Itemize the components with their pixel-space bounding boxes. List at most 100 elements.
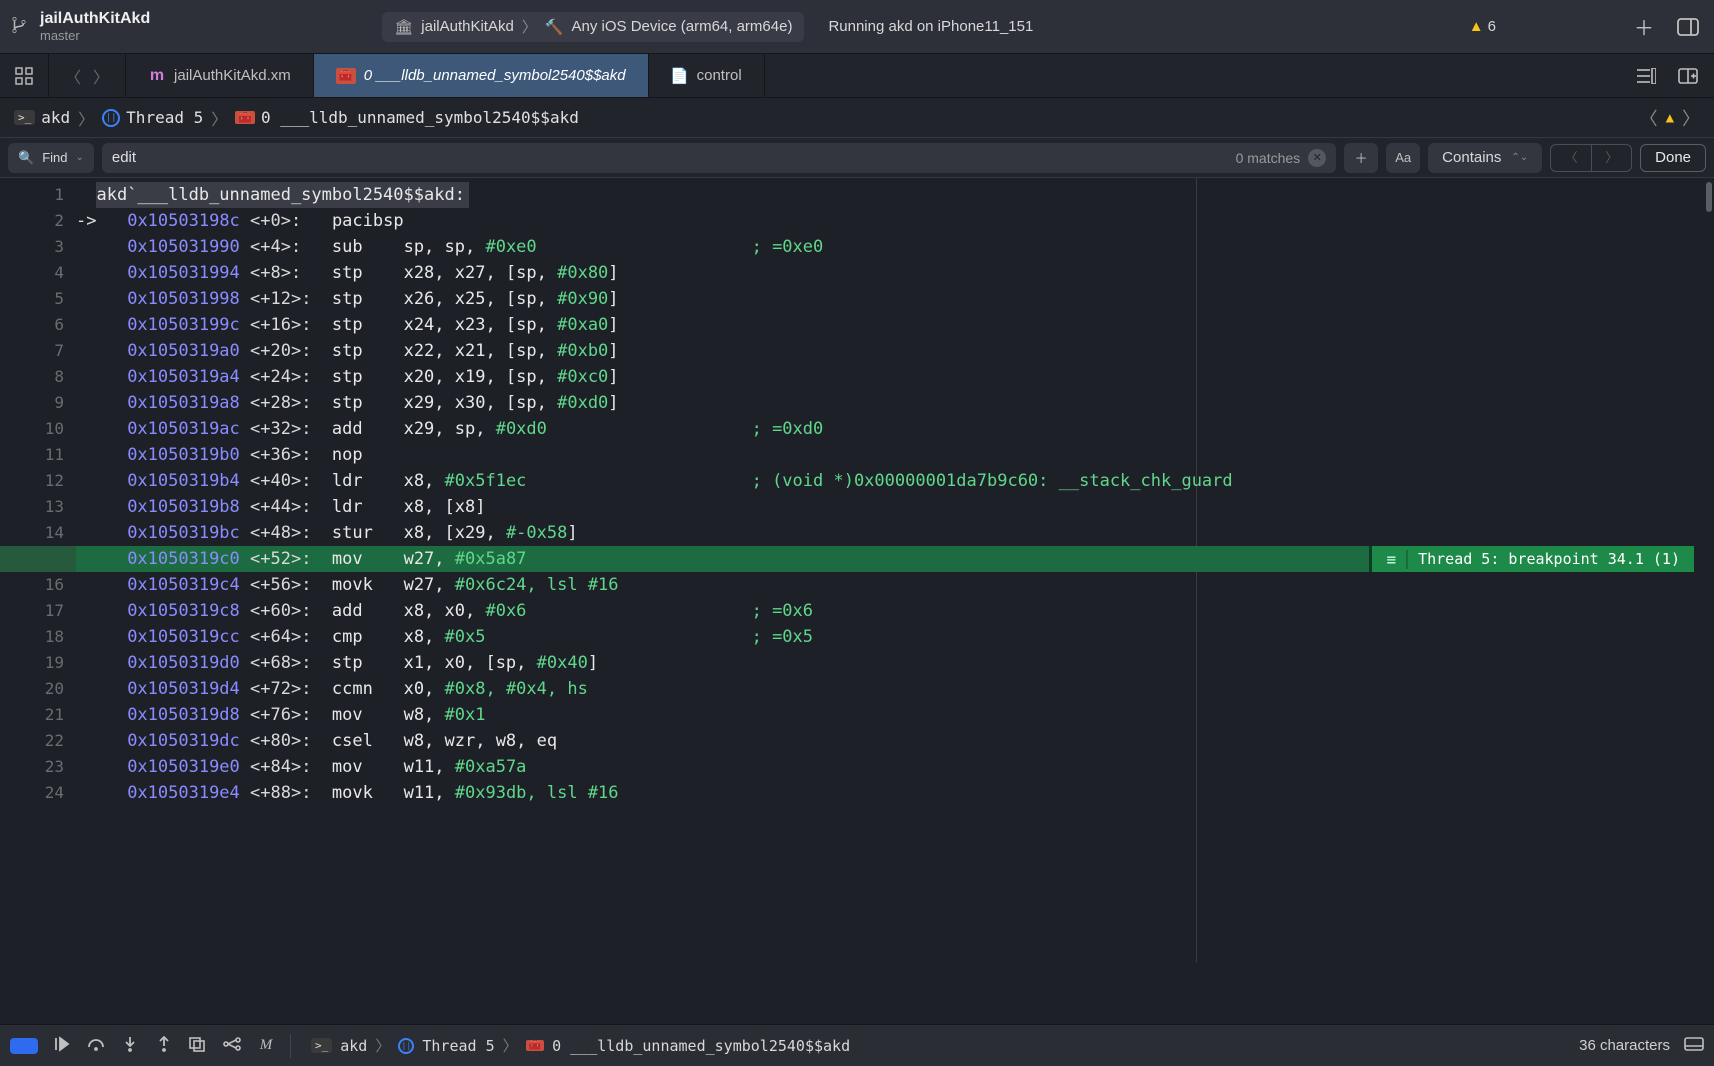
line-number: 13 — [0, 494, 76, 520]
line-number: 14 — [0, 520, 76, 546]
disasm-line[interactable]: 0x1050319c4 <+56>: movk w27, #0x6c24, ls… — [76, 572, 1714, 598]
building-icon: 🏛 — [394, 18, 413, 36]
find-input-wrap: 0 matches ✕ — [102, 143, 1336, 173]
line-number: 24 — [0, 780, 76, 806]
line-number: 1 — [0, 182, 76, 208]
toolbox-icon: 🧰 — [336, 68, 356, 84]
disasm-line[interactable]: 0x1050319ac <+32>: add x29, sp, #0xd0 ; … — [76, 416, 1714, 442]
line-number: 8 — [0, 364, 76, 390]
line-number: 16 — [0, 572, 76, 598]
find-prev-button[interactable]: 〈 — [1551, 145, 1591, 171]
disasm-line[interactable]: 0x1050319bc <+48>: stur x8, [x29, #-0x58… — [76, 520, 1714, 546]
disasm-line[interactable]: 0x1050319b8 <+44>: ldr x8, [x8] — [76, 494, 1714, 520]
find-mode-select[interactable]: 🔍 Find ⌄ — [8, 143, 94, 173]
find-bar: 🔍 Find ⌄ 0 matches ✕ ＋ Aa Contains ⌃⌄ 〈 … — [0, 138, 1714, 178]
warning-icon: ▲ — [1666, 110, 1674, 126]
prev-issue-button[interactable]: 〈 — [1640, 105, 1658, 131]
find-next-button[interactable]: 〉 — [1591, 145, 1631, 171]
line-number: 5 — [0, 286, 76, 312]
step-out-button[interactable] — [154, 1036, 174, 1056]
tab-bar: 〈 〉 m jailAuthKitAkd.xm 🧰 0 ___lldb_unna… — [0, 54, 1714, 98]
disasm-line[interactable]: 0x105031998 <+12>: stp x26, x25, [sp, #0… — [76, 286, 1714, 312]
debug-jumpbar[interactable]: >_ akd 〉 || Thread 5 〉 🧰 0 ___lldb_unnam… — [311, 1035, 850, 1056]
disasm-line[interactable]: 0x1050319a0 <+20>: stp x22, x21, [sp, #0… — [76, 338, 1714, 364]
debug-frame: 0 ___lldb_unnamed_symbol2540$$akd — [552, 1037, 850, 1055]
chevron-right-icon: 〉 — [522, 16, 537, 37]
line-number: 12 — [0, 468, 76, 494]
toolbox-icon: 🧰 — [526, 1040, 544, 1051]
find-nav-buttons: 〈 〉 — [1550, 144, 1632, 172]
line-number: 7 — [0, 338, 76, 364]
nav-arrows: 〈 〉 — [49, 54, 126, 97]
disasm-line[interactable]: 0x1050319a4 <+24>: stp x20, x19, [sp, #0… — [76, 364, 1714, 390]
find-filter-select[interactable]: Contains ⌃⌄ — [1428, 143, 1542, 173]
hide-debug-area-button[interactable] — [1684, 1037, 1704, 1055]
chevron-right-icon: 〉 — [78, 106, 94, 130]
debug-bar: M >_ akd 〉 || Thread 5 〉 🧰 0 ___lldb_unn… — [0, 1024, 1714, 1066]
find-input[interactable] — [112, 149, 1228, 166]
next-issue-button[interactable]: 〉 — [1682, 105, 1700, 131]
project-block[interactable]: jailAuthKitAkd master — [40, 9, 150, 44]
objc-file-icon: m — [148, 67, 166, 85]
project-name: jailAuthKitAkd — [40, 9, 150, 28]
related-items-button[interactable] — [8, 62, 40, 90]
tab-source-file[interactable]: m jailAuthKitAkd.xm — [126, 54, 314, 97]
find-done-button[interactable]: Done — [1640, 144, 1706, 172]
destination-label: Any iOS Device (arm64, arm64e) — [572, 18, 793, 35]
add-editor-button[interactable] — [1672, 62, 1704, 90]
line-number: 9 — [0, 390, 76, 416]
case-sensitive-button[interactable]: Aa — [1386, 143, 1420, 173]
selection-characters: 36 characters — [1579, 1037, 1670, 1054]
issue-count: 6 — [1488, 18, 1496, 35]
metal-debugger-button[interactable]: M — [256, 1037, 276, 1054]
chevron-updown-icon: ⌃⌄ — [1511, 152, 1528, 163]
toolbar: jailAuthKitAkd master 🏛 jailAuthKitAkd 〉… — [0, 0, 1714, 54]
disasm-line[interactable]: 0x1050319d0 <+68>: stp x1, x0, [sp, #0x4… — [76, 650, 1714, 676]
line-number: 3 — [0, 234, 76, 260]
run-status: Running akd on iPhone11_151 — [828, 18, 1033, 35]
disasm-line[interactable]: 0x105031994 <+8>: stp x28, x27, [sp, #0x… — [76, 260, 1714, 286]
search-icon: 🔍 — [18, 150, 34, 166]
step-into-button[interactable] — [120, 1036, 140, 1056]
disasm-line[interactable]: 0x1050319a8 <+28>: stp x29, x30, [sp, #0… — [76, 390, 1714, 416]
disasm-line[interactable]: 0x10503199c <+16>: stp x24, x23, [sp, #0… — [76, 312, 1714, 338]
add-tab-button[interactable]: ＋ — [1628, 13, 1660, 41]
show-library-button[interactable] — [1672, 13, 1704, 41]
find-filter-label: Contains — [1442, 149, 1501, 166]
continue-button[interactable] — [52, 1036, 72, 1056]
tab-control[interactable]: 📄 control — [649, 54, 765, 97]
chevron-down-icon: ⌄ — [75, 152, 83, 163]
nav-forward-button[interactable]: 〉 — [87, 64, 115, 88]
insert-pattern-button[interactable]: ＋ — [1344, 143, 1378, 173]
terminal-icon: >_ — [14, 110, 35, 125]
issue-badge[interactable]: ▲ 6 — [1469, 18, 1496, 35]
disasm-line[interactable]: 0x1050319c8 <+60>: add x8, x0, #0x6 ; =0… — [76, 598, 1714, 624]
disasm-line[interactable]: akd`___lldb_unnamed_symbol2540$$akd: — [76, 182, 1714, 208]
clear-search-button[interactable]: ✕ — [1308, 149, 1326, 167]
disassembly-editor[interactable]: 123456789101112131415161718192021222324 … — [0, 178, 1714, 962]
nav-back-button[interactable]: 〈 — [59, 64, 87, 88]
scheme-destination[interactable]: 🏛 jailAuthKitAkd 〉 🔨 Any iOS Device (arm… — [382, 12, 804, 42]
disasm-line[interactable]: -> 0x10503198c <+0>: pacibsp — [76, 208, 1714, 234]
disasm-line[interactable]: 0x1050319c0 <+52>: mov w27, #0x5a87 — [76, 546, 1714, 572]
disasm-line[interactable]: 0x1050319b4 <+40>: ldr x8, #0x5f1ec ; (v… — [76, 468, 1714, 494]
disasm-line[interactable]: 0x105031990 <+4>: sub sp, sp, #0xe0 ; =0… — [76, 234, 1714, 260]
disasm-line[interactable]: 0x1050319e0 <+84>: mov w11, #0xa57a — [76, 754, 1714, 780]
disasm-line[interactable]: 0x1050319e4 <+88>: movk w11, #0x93db, ls… — [76, 780, 1714, 806]
jump-process: akd — [41, 108, 70, 127]
disasm-line[interactable]: 0x1050319cc <+64>: cmp x8, #0x5 ; =0x5 — [76, 624, 1714, 650]
step-over-button[interactable] — [86, 1037, 106, 1055]
disasm-line[interactable]: 0x1050319b0 <+36>: nop — [76, 442, 1714, 468]
line-number: 23 — [0, 754, 76, 780]
history-button[interactable] — [1630, 62, 1662, 90]
line-number: 21 — [0, 702, 76, 728]
terminal-icon: >_ — [311, 1038, 332, 1053]
disasm-line[interactable]: 0x1050319d4 <+72>: ccmn x0, #0x8, #0x4, … — [76, 676, 1714, 702]
debug-view-hierarchy-button[interactable] — [188, 1036, 208, 1056]
disasm-line[interactable]: 0x1050319dc <+80>: csel w8, wzr, w8, eq — [76, 728, 1714, 754]
jump-bar[interactable]: >_ akd 〉 || Thread 5 〉 🧰 0 ___lldb_unnam… — [0, 98, 1714, 138]
disasm-line[interactable]: 0x1050319d8 <+76>: mov w8, #0x1 — [76, 702, 1714, 728]
breakpoint-toggle[interactable] — [10, 1038, 38, 1054]
tab-disassembly[interactable]: 🧰 0 ___lldb_unnamed_symbol2540$$akd — [314, 54, 649, 97]
debug-memory-graph-button[interactable] — [222, 1036, 242, 1056]
